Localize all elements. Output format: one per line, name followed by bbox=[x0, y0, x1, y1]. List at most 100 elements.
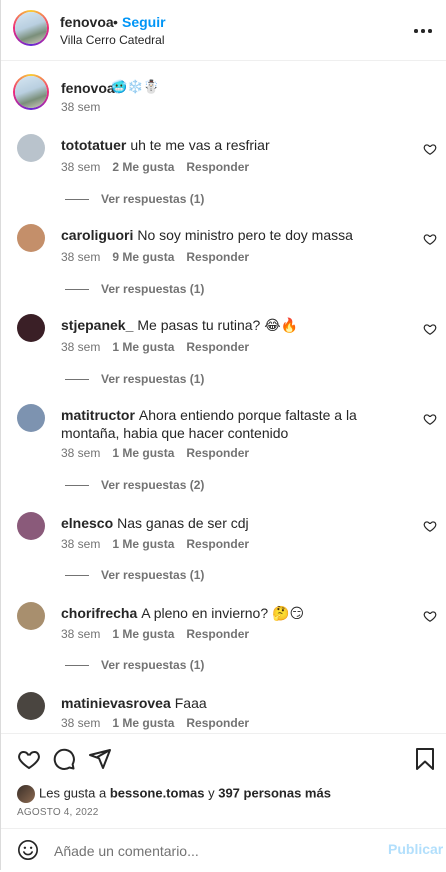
commenter-username[interactable]: tototatuer bbox=[61, 137, 126, 153]
comment-heart-icon[interactable] bbox=[423, 412, 437, 426]
view-replies-button[interactable]: Ver respuestas (1) bbox=[65, 372, 204, 386]
comment-time[interactable]: 38 sem bbox=[61, 340, 100, 354]
header-separator: • bbox=[113, 14, 118, 30]
commenter-avatar[interactable] bbox=[17, 602, 45, 630]
comment-item: stjepanek_ Me pasas tu rutina? 😂🔥 38 sem 1… bbox=[1, 314, 446, 404]
reply-button[interactable]: Responder bbox=[186, 446, 249, 460]
view-replies-button[interactable]: Ver respuestas (1) bbox=[65, 192, 204, 206]
more-options-icon[interactable] bbox=[411, 20, 435, 40]
caption-username[interactable]: fenovoa bbox=[61, 80, 115, 96]
reply-button[interactable]: Responder bbox=[186, 250, 249, 264]
liker-username[interactable]: bessone.tomas bbox=[110, 785, 205, 800]
comment-text: elnesco Nas ganas de ser cdj bbox=[61, 514, 413, 532]
comment-meta: 38 sem 2 Me gusta Responder bbox=[61, 160, 261, 174]
comment-likes[interactable]: 1 Me gusta bbox=[112, 627, 174, 641]
comment-item: matinievasrovea Faaa 38 sem 1 Me gusta Resp… bbox=[1, 692, 446, 732]
comment-time[interactable]: 38 sem bbox=[61, 537, 100, 551]
comment-text: matitructor Ahora entiendo porque faltast… bbox=[61, 406, 413, 442]
caption-text: 🥶❄️☃️ bbox=[111, 79, 160, 94]
comment-body: A pleno en invierno? 🤔😏 bbox=[141, 605, 305, 621]
liker-avatar[interactable] bbox=[17, 785, 35, 803]
author-avatar[interactable] bbox=[13, 10, 49, 46]
comment-meta: 38 sem 1 Me gusta Responder bbox=[61, 716, 261, 730]
bookmark-icon[interactable] bbox=[413, 747, 437, 771]
comment-time[interactable]: 38 sem bbox=[61, 250, 100, 264]
commenter-username[interactable]: caroliguori bbox=[61, 227, 133, 243]
comment-time[interactable]: 38 sem bbox=[61, 160, 100, 174]
comment-likes[interactable]: 1 Me gusta bbox=[112, 340, 174, 354]
comment-likes[interactable]: 1 Me gusta bbox=[112, 716, 174, 730]
caption-timestamp[interactable]: 38 sem bbox=[61, 100, 100, 114]
comment-body: Faaa bbox=[174, 695, 207, 711]
view-replies-button[interactable]: Ver respuestas (2) bbox=[65, 478, 204, 492]
post-actions: Les gusta a bessone.tomas y 397 personas… bbox=[1, 733, 446, 871]
comment-likes[interactable]: 1 Me gusta bbox=[112, 537, 174, 551]
comment-meta: 38 sem 1 Me gusta Responder bbox=[61, 627, 261, 641]
comment-heart-icon[interactable] bbox=[423, 142, 437, 156]
follow-button[interactable]: Seguir bbox=[122, 14, 166, 30]
comment-body: Me pasas tu rutina? 😂🔥 bbox=[137, 317, 299, 333]
commenter-username[interactable]: chorifrecha bbox=[61, 605, 137, 621]
comment-time[interactable]: 38 sem bbox=[61, 716, 100, 730]
comment-input[interactable] bbox=[52, 840, 376, 862]
view-replies-button[interactable]: Ver respuestas (1) bbox=[65, 658, 204, 672]
commenter-avatar[interactable] bbox=[17, 692, 45, 720]
caption-avatar[interactable] bbox=[13, 74, 49, 110]
comment-item: chorifrecha A pleno en invierno? 🤔😏 38 se… bbox=[1, 602, 446, 692]
reply-button[interactable]: Responder bbox=[186, 160, 249, 174]
add-comment-bar: Publicar bbox=[1, 828, 446, 872]
other-likes-link[interactable]: 397 personas más bbox=[218, 785, 331, 800]
heart-icon[interactable] bbox=[17, 747, 41, 771]
comment-item: matitructor Ahora entiendo porque faltast… bbox=[1, 404, 446, 514]
comment-meta: 38 sem 1 Me gusta Responder bbox=[61, 446, 261, 460]
comment-time[interactable]: 38 sem bbox=[61, 446, 100, 460]
commenter-avatar[interactable] bbox=[17, 404, 45, 432]
comment-likes[interactable]: 2 Me gusta bbox=[112, 160, 174, 174]
comment-meta: 38 sem 1 Me gusta Responder bbox=[61, 537, 261, 551]
share-icon[interactable] bbox=[88, 747, 112, 771]
comment-likes[interactable]: 9 Me gusta bbox=[112, 250, 174, 264]
comment-item: caroliguori No soy ministro pero te doy m… bbox=[1, 224, 446, 314]
post-detail-panel: fenovoa • Seguir Villa Cerro Catedral fe… bbox=[0, 0, 446, 870]
comment-heart-icon[interactable] bbox=[423, 322, 437, 336]
post-comment-button[interactable]: Publicar bbox=[388, 841, 443, 857]
comment-icon[interactable] bbox=[52, 747, 76, 771]
commenter-username[interactable]: elnesco bbox=[61, 515, 113, 531]
comment-heart-icon[interactable] bbox=[423, 519, 437, 533]
reply-button[interactable]: Responder bbox=[186, 716, 249, 730]
reply-button[interactable]: Responder bbox=[186, 627, 249, 641]
view-replies-button[interactable]: Ver respuestas (1) bbox=[65, 282, 204, 296]
commenter-username[interactable]: stjepanek_ bbox=[61, 317, 133, 333]
comment-time[interactable]: 38 sem bbox=[61, 627, 100, 641]
comment-text: tototatuer uh te me vas a resfriar bbox=[61, 136, 413, 154]
commenter-avatar[interactable] bbox=[17, 314, 45, 342]
comment-body: uh te me vas a resfriar bbox=[130, 137, 270, 153]
comment-heart-icon[interactable] bbox=[423, 232, 437, 246]
comment-text: chorifrecha A pleno en invierno? 🤔😏 bbox=[61, 604, 413, 622]
commenter-username[interactable]: matinievasrovea bbox=[61, 695, 171, 711]
comment-text: caroliguori No soy ministro pero te doy m… bbox=[61, 226, 413, 244]
commenter-avatar[interactable] bbox=[17, 512, 45, 540]
commenter-username[interactable]: matitructor bbox=[61, 407, 135, 423]
comment-meta: 38 sem 9 Me gusta Responder bbox=[61, 250, 261, 264]
likes-summary: Les gusta a bessone.tomas y 397 personas… bbox=[17, 785, 331, 805]
comment-body: No soy ministro pero te doy massa bbox=[137, 227, 353, 243]
comment-heart-icon[interactable] bbox=[423, 609, 437, 623]
author-username[interactable]: fenovoa bbox=[60, 14, 114, 30]
comment-likes[interactable]: 1 Me gusta bbox=[112, 446, 174, 460]
reply-button[interactable]: Responder bbox=[186, 340, 249, 354]
reply-button[interactable]: Responder bbox=[186, 537, 249, 551]
comment-text: matinievasrovea Faaa bbox=[61, 694, 413, 712]
comment-body: Nas ganas de ser cdj bbox=[117, 515, 249, 531]
comment-text: stjepanek_ Me pasas tu rutina? 😂🔥 bbox=[61, 316, 413, 334]
post-header: fenovoa • Seguir Villa Cerro Catedral bbox=[1, 0, 446, 61]
post-date[interactable]: AGOSTO 4, 2022 bbox=[17, 807, 99, 818]
location-link[interactable]: Villa Cerro Catedral bbox=[60, 33, 165, 47]
comment-meta: 38 sem 1 Me gusta Responder bbox=[61, 340, 261, 354]
commenter-avatar[interactable] bbox=[17, 134, 45, 162]
comment-item: tototatuer uh te me vas a resfriar 38 sem… bbox=[1, 134, 446, 224]
commenter-avatar[interactable] bbox=[17, 224, 45, 252]
view-replies-button[interactable]: Ver respuestas (1) bbox=[65, 568, 204, 582]
comment-item: elnesco Nas ganas de ser cdj 38 sem 1 Me g… bbox=[1, 512, 446, 602]
emoji-icon[interactable] bbox=[17, 839, 39, 861]
